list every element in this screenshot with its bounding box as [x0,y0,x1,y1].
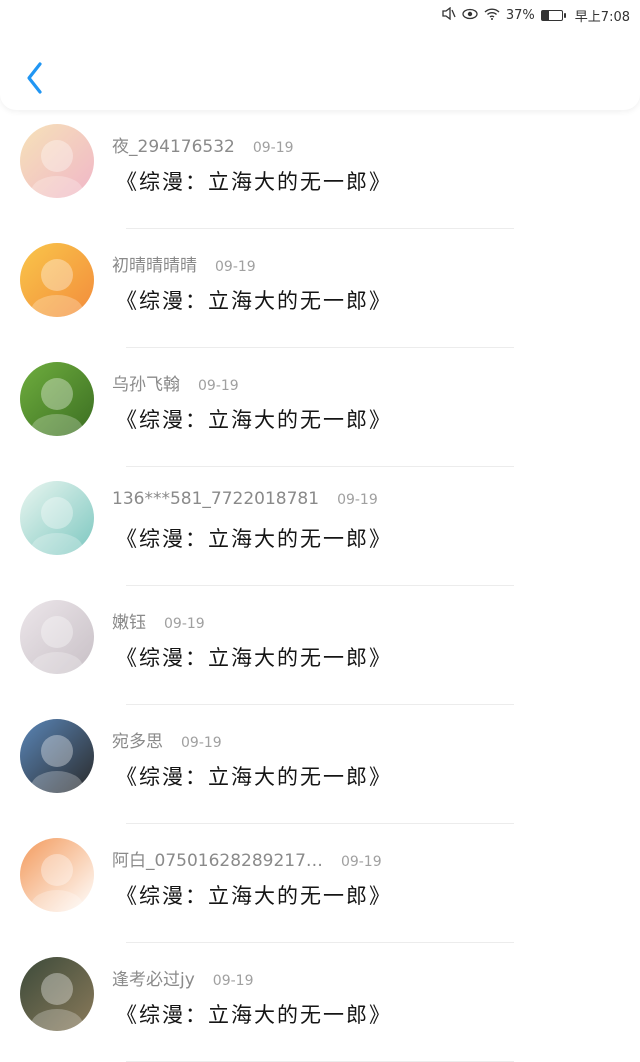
comment-date: 09-19 [252,140,294,156]
comment-date: 09-19 [164,616,205,632]
list-item[interactable]: 宛多思 09-19 《综漫：立海大的无一郎》 [0,705,640,824]
book-title[interactable]: 《综漫：立海大的无一郎》 [116,166,392,196]
book-title[interactable]: 《综漫：立海大的无一郎》 [116,285,392,315]
battery-percent: 37% [505,7,535,23]
username[interactable]: 初晴晴晴晴 [112,251,197,276]
comment-meta: 乌孙飞翰 09-19 [112,370,239,395]
comment-meta: 逢考必过jy 09-19 [112,965,253,990]
list-item[interactable]: 阿白_07501628289217… 09-19 《综漫：立海大的无一郎》 [0,824,640,943]
list-item[interactable]: 136***581_7722018781 09-19 《综漫：立海大的无一郎》 [0,467,640,586]
comment-meta: 夜_294176532 09-19 [112,132,294,157]
list-item[interactable]: 嫩钰 09-19 《综漫：立海大的无一郎》 [0,586,640,705]
mute-icon [442,6,456,23]
username[interactable]: 宛多思 [112,727,163,752]
comment-meta: 初晴晴晴晴 09-19 [112,251,256,276]
book-title[interactable]: 《综漫：立海大的无一郎》 [116,523,392,553]
avatar[interactable] [20,600,94,674]
comment-date: 09-19 [215,259,256,275]
avatar[interactable] [20,124,94,198]
book-title[interactable]: 《综漫：立海大的无一郎》 [116,761,392,791]
comment-list: 夜_294176532 09-19 《综漫：立海大的无一郎》 初晴晴晴晴 09-19 《综… [0,110,640,1062]
comment-date: 09-19 [181,735,222,751]
avatar[interactable] [20,838,94,912]
eye-icon [462,8,478,23]
comment-date: 09-19 [198,378,239,394]
list-item[interactable]: 逢考必过jy 09-19 《综漫：立海大的无一郎》 [0,943,640,1062]
avatar[interactable] [20,362,94,436]
comment-date: 09-19 [337,492,378,508]
clock: 早上7:08 [574,9,630,25]
username[interactable]: 夜_294176532 [112,132,235,157]
list-item[interactable]: 夜_294176532 09-19 《综漫：立海大的无一郎》 [0,110,640,229]
comment-meta: 阿白_07501628289217… 09-19 [112,846,382,871]
avatar[interactable] [20,481,94,555]
book-title[interactable]: 《综漫：立海大的无一郎》 [116,880,392,910]
book-title[interactable]: 《综漫：立海大的无一郎》 [116,642,392,672]
book-title[interactable]: 《综漫：立海大的无一郎》 [116,999,392,1029]
list-item[interactable]: 初晴晴晴晴 09-19 《综漫：立海大的无一郎》 [0,229,640,348]
username[interactable]: 136***581_7722018781 [112,489,319,509]
username[interactable]: 乌孙飞翰 [112,370,180,395]
comment-meta: 宛多思 09-19 [112,727,222,752]
avatar[interactable] [20,243,94,317]
comment-meta: 136***581_7722018781 09-19 [112,489,378,509]
app-header: 37% 早上7:08 [0,0,640,110]
username[interactable]: 嫩钰 [112,608,146,633]
status-bar: 37% 早上7:08 [0,0,640,30]
battery-icon [540,9,566,21]
book-title[interactable]: 《综漫：立海大的无一郎》 [116,404,392,434]
comment-date: 09-19 [340,854,382,870]
wifi-icon [484,7,500,23]
comment-date: 09-19 [212,973,254,989]
back-button[interactable] [20,58,50,98]
username[interactable]: 逢考必过jy [112,965,195,990]
comment-meta: 嫩钰 09-19 [112,608,205,633]
list-item[interactable]: 乌孙飞翰 09-19 《综漫：立海大的无一郎》 [0,348,640,467]
avatar[interactable] [20,719,94,793]
avatar[interactable] [20,957,94,1031]
username[interactable]: 阿白_07501628289217… [112,846,323,871]
chevron-left-icon [27,62,42,94]
